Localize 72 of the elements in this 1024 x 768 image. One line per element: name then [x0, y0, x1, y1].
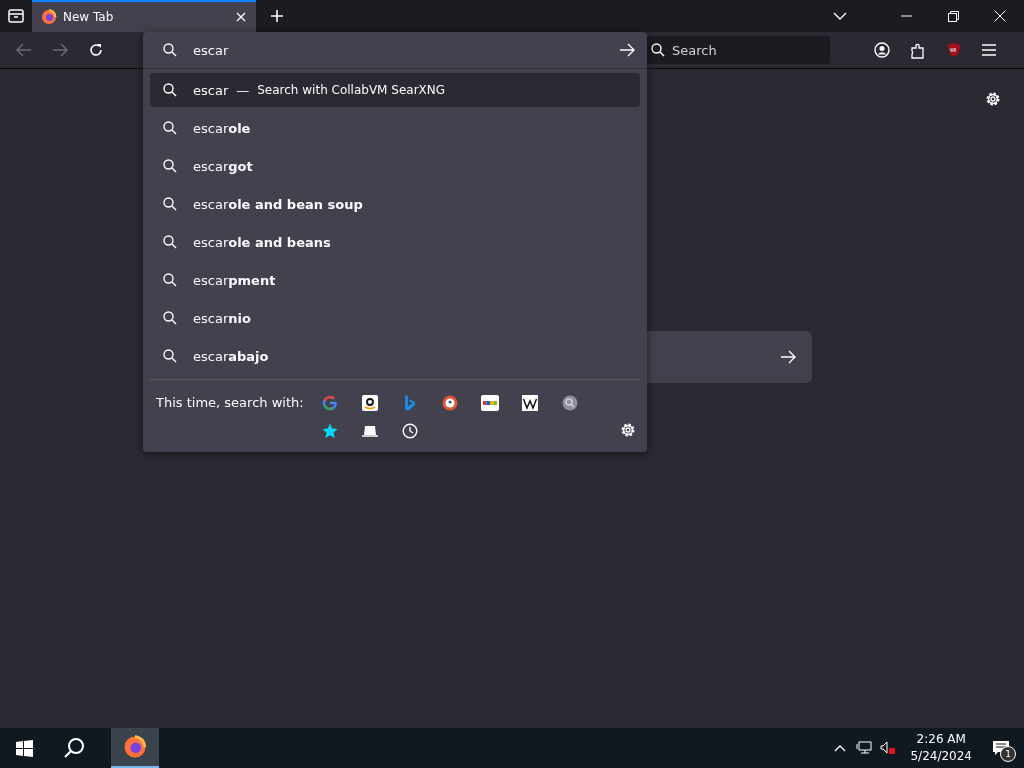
suggestion-text: escarole [193, 120, 251, 136]
google-logo-icon[interactable] [322, 395, 338, 411]
chevron-up-icon[interactable] [834, 744, 847, 752]
go-arrow-icon[interactable] [619, 43, 635, 57]
network-icon[interactable] [856, 741, 873, 755]
duck-logo-icon[interactable] [442, 395, 458, 411]
restore-icon[interactable] [948, 10, 959, 22]
suggestion-text: escarole and bean soup [193, 196, 363, 212]
search-with-label: This time, search with: [156, 394, 305, 412]
new-tab-icon[interactable] [270, 9, 284, 23]
speaker-muted-icon[interactable] [880, 741, 897, 755]
suggestion-item[interactable]: escarabajo [150, 339, 640, 373]
search-icon [163, 197, 177, 211]
search-icon [163, 121, 177, 135]
clock-date[interactable]: 5/24/2024 [910, 748, 972, 765]
search-icon [163, 83, 177, 97]
suggestion-item[interactable]: escarnio [150, 301, 640, 335]
address-bar-input[interactable]: escar [193, 42, 603, 58]
suggestion-item[interactable]: escarpment [150, 263, 640, 297]
search-action-text: Search with CollabVM SearXNG [257, 83, 446, 97]
search-icon [163, 235, 177, 249]
forward-arrow-icon[interactable] [52, 43, 68, 57]
suggestion-text: escarole and beans [193, 234, 331, 250]
browser-tab[interactable]: New Tab [32, 0, 256, 32]
notification-count: 1 [1000, 746, 1016, 762]
search-icon [163, 273, 177, 287]
suggestion-item[interactable]: escarole [150, 111, 640, 145]
ublock-shield-icon[interactable] [946, 42, 962, 58]
close-icon[interactable] [994, 10, 1006, 22]
settings-icon[interactable] [620, 422, 636, 438]
separator-dash: — [236, 82, 250, 98]
search-icon [163, 43, 177, 57]
search-icon[interactable] [63, 737, 85, 759]
extensions-puzzle-icon[interactable] [910, 41, 926, 59]
suggestion-text: escar [193, 82, 229, 98]
suggestion-item[interactable]: escar — Search with CollabVM SearXNG [150, 73, 640, 107]
search-icon [163, 311, 177, 325]
search-icon [163, 349, 177, 363]
close-tab-icon[interactable] [235, 11, 247, 23]
suggestion-item[interactable]: escarole and beans [150, 225, 640, 259]
reload-icon[interactable] [88, 42, 104, 58]
windows-start-icon[interactable] [16, 739, 33, 757]
firefox-taskbar-button[interactable] [111, 728, 159, 768]
go-arrow-icon[interactable] [780, 350, 796, 364]
wikipedia-logo-icon[interactable] [522, 395, 538, 411]
searxng-logo-icon[interactable] [562, 395, 578, 411]
tabs-icon[interactable] [362, 425, 378, 437]
suggestion-text: escarnio [193, 310, 251, 326]
search-field[interactable]: Search [644, 36, 830, 64]
suggestion-item[interactable]: escargot [150, 149, 640, 183]
suggestion-text: escarabajo [193, 348, 269, 364]
amazon-logo-icon[interactable] [362, 395, 378, 411]
search-icon [651, 43, 665, 57]
suggestion-item[interactable]: escarole and bean soup [150, 187, 640, 221]
bookmark-star-icon[interactable] [322, 423, 338, 439]
back-arrow-icon[interactable] [16, 43, 32, 57]
settings-icon[interactable] [985, 91, 1001, 107]
ebay-logo-icon[interactable] [481, 395, 499, 411]
history-clock-icon[interactable] [402, 423, 418, 439]
suggestion-text: escarpment [193, 272, 276, 288]
clock-time[interactable]: 2:26 AM [916, 731, 966, 748]
account-icon[interactable] [874, 42, 890, 58]
tab-list-icon[interactable] [8, 9, 24, 23]
tab-title: New Tab [63, 10, 115, 24]
bing-logo-icon[interactable] [404, 395, 416, 411]
firefox-logo-icon [123, 735, 147, 759]
firefox-logo-icon [41, 9, 57, 25]
suggestion-text: escargot [193, 158, 253, 174]
menu-icon[interactable] [982, 44, 996, 56]
search-icon [163, 159, 177, 173]
chevron-down-icon[interactable] [833, 11, 847, 21]
notifications-button[interactable]: 1 [986, 734, 1016, 762]
